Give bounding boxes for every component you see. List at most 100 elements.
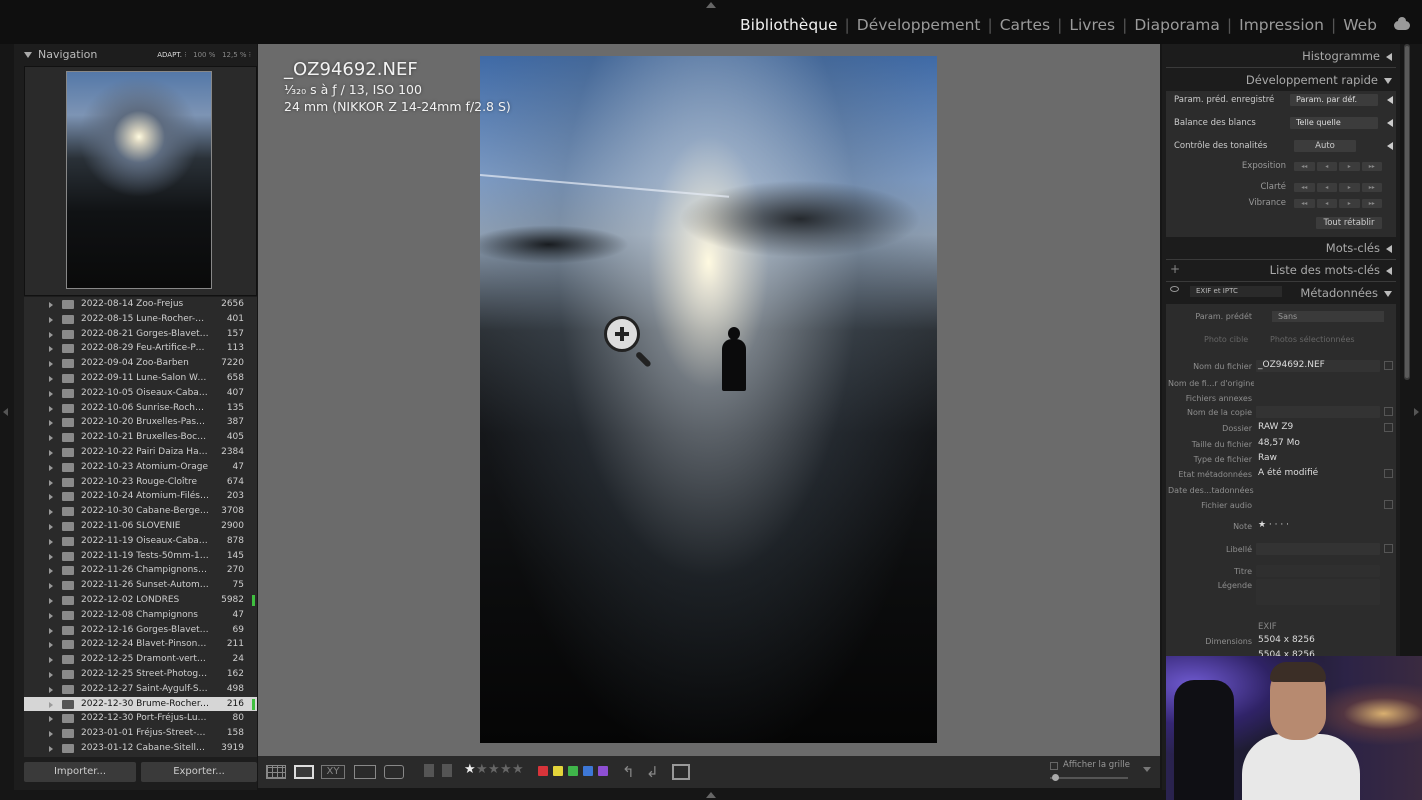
rotate-right-icon[interactable]: ↲ xyxy=(646,763,659,781)
expand-arrow-icon[interactable] xyxy=(49,331,53,338)
add-keyword-list-icon[interactable]: + xyxy=(1170,262,1180,276)
expand-arrow-icon[interactable] xyxy=(49,435,53,442)
expand-arrow-icon[interactable] xyxy=(49,701,53,708)
expand-arrow-icon[interactable] xyxy=(49,449,53,456)
expand-arrow-icon[interactable] xyxy=(49,716,53,723)
folder-row[interactable]: 2022-10-22 Pairi Daiza Halloween 2384 xyxy=(24,445,257,460)
meta-preset-dropdown[interactable]: Sans xyxy=(1272,311,1384,322)
filmstrip-toggle-icon[interactable] xyxy=(706,792,716,798)
folder-row[interactable]: 2022-12-25 Street-Photography-... 162 xyxy=(24,667,257,682)
selected-photos-tab[interactable]: Photos sélectionnées xyxy=(1270,335,1355,344)
expand-arrow-icon[interactable] xyxy=(49,538,53,545)
expand-arrow-icon[interactable] xyxy=(49,316,53,323)
expand-arrow-icon[interactable] xyxy=(49,346,53,353)
crop-icon[interactable] xyxy=(672,764,690,780)
quick-develop-header[interactable]: Développement rapide xyxy=(1246,73,1392,87)
navigator-header[interactable]: Navigation ADAPT. ⁝ 100 % 12,5 % ⁝ xyxy=(24,44,257,66)
navigator-thumbnail[interactable] xyxy=(66,71,212,289)
folder-row[interactable]: 2022-12-24 Blavet-Pinson-Sunris... 211 xyxy=(24,637,257,652)
cloud-sync-icon[interactable] xyxy=(1394,16,1410,30)
collapse-triangle-icon[interactable] xyxy=(1384,290,1392,297)
folder-row[interactable]: 2022-10-05 Oiseaux-Cabane-He... 407 xyxy=(24,386,257,401)
folder-row[interactable]: 2023-01-01 Fréjus-Street-Lumièr... 158 xyxy=(24,726,257,741)
expand-arrow-icon[interactable] xyxy=(49,361,53,368)
expand-arrow-icon[interactable] xyxy=(49,390,53,397)
folder-row[interactable]: 2022-11-19 Tests-50mm-105mm-... 145 xyxy=(24,549,257,564)
module-library[interactable]: Bibliothèque xyxy=(733,16,845,34)
expand-arrow-icon[interactable] xyxy=(49,509,53,516)
clarity-stepper[interactable]: ◂◂ ◂ ▸ ▸▸ xyxy=(1294,183,1382,192)
expand-arrow-icon[interactable] xyxy=(49,464,53,471)
folder-row[interactable]: 2022-11-26 Champignons-Forêt-... 270 xyxy=(24,563,257,578)
left-panel-toggle-icon[interactable] xyxy=(3,408,8,416)
metadata-action-icon[interactable] xyxy=(1384,500,1393,509)
expand-arrow-icon[interactable] xyxy=(49,657,53,664)
module-web[interactable]: Web xyxy=(1336,16,1384,34)
flag-reject-icon[interactable] xyxy=(442,764,452,777)
color-label-swatch[interactable] xyxy=(553,766,563,776)
module-map[interactable]: Cartes xyxy=(993,16,1057,34)
module-book[interactable]: Livres xyxy=(1062,16,1122,34)
saved-preset-dropdown[interactable]: Param. par déf. xyxy=(1290,94,1378,106)
folder-row[interactable]: 2022-12-02 LONDRES 5982 xyxy=(24,593,257,608)
folder-row[interactable]: 2022-08-14 Zoo-Frejus 2656 xyxy=(24,297,257,312)
reset-all-button[interactable]: Tout rétablir xyxy=(1316,217,1382,229)
module-slideshow[interactable]: Diaporama xyxy=(1127,16,1227,34)
folder-row[interactable]: 2022-11-19 Oiseaux-Cabane-Cha... 878 xyxy=(24,534,257,549)
expand-arrow-icon[interactable] xyxy=(49,671,53,678)
folder-row[interactable]: 2022-09-11 Lune-Salon World O... 658 xyxy=(24,371,257,386)
metadata-set-dropdown[interactable]: EXIF et IPTC xyxy=(1190,286,1282,297)
folder-row[interactable]: 2022-12-16 Gorges-Blavet-Drone 69 xyxy=(24,623,257,638)
grid-checkbox[interactable] xyxy=(1050,762,1058,770)
zoom-125-option[interactable]: 12,5 % xyxy=(222,51,246,59)
folder-row[interactable]: 2022-08-29 Feu-Artifice-Port-Fr... 113 xyxy=(24,341,257,356)
zoom-125-dropdown-icon[interactable]: ⁝ xyxy=(249,51,251,59)
expand-arrow-icon[interactable] xyxy=(49,553,53,560)
rating-star-icon[interactable]: ★ xyxy=(464,762,476,777)
vibrance-stepper[interactable]: ◂◂ ◂ ▸ ▸▸ xyxy=(1294,199,1382,208)
folder-row[interactable]: 2023-01-12 Cabane-Sitelle-Mésa... 3919 xyxy=(24,741,257,756)
keyword-list-header[interactable]: Liste des mots-clés xyxy=(1270,263,1392,277)
zoom-fit-option[interactable]: ADAPT. xyxy=(157,51,182,59)
folder-row[interactable]: 2022-11-26 Sunset-Automne-Ro... 75 xyxy=(24,578,257,593)
histogram-header[interactable]: Histogramme xyxy=(1302,49,1392,63)
exposure-stepper[interactable]: ◂◂ ◂ ▸ ▸▸ xyxy=(1294,162,1382,171)
collapse-triangle-icon[interactable] xyxy=(1387,142,1393,150)
expand-arrow-icon[interactable] xyxy=(49,523,53,530)
folder-row[interactable]: 2022-12-27 Saint-Aygulf-Sapin-... 498 xyxy=(24,682,257,697)
expand-arrow-icon[interactable] xyxy=(49,686,53,693)
auto-tone-button[interactable]: Auto xyxy=(1294,140,1356,152)
folder-row[interactable]: 2022-10-23 Rouge-Cloître 674 xyxy=(24,475,257,490)
expand-arrow-icon[interactable] xyxy=(49,745,53,752)
grid-view-icon[interactable] xyxy=(266,765,286,779)
metadata-action-icon[interactable] xyxy=(1384,407,1393,416)
module-print[interactable]: Impression xyxy=(1232,16,1331,34)
survey-view-icon[interactable] xyxy=(354,765,376,779)
expand-triangle-icon[interactable] xyxy=(1386,266,1392,275)
metadata-action-icon[interactable] xyxy=(1384,423,1393,432)
folder-row[interactable]: 2022-12-08 Champignons 47 xyxy=(24,608,257,623)
expand-triangle-icon[interactable] xyxy=(1387,96,1393,104)
eye-icon[interactable] xyxy=(1170,286,1179,292)
expand-arrow-icon[interactable] xyxy=(49,405,53,412)
folder-row[interactable]: 2022-10-30 Cabane-Bergeronne... 3708 xyxy=(24,504,257,519)
expand-triangle-icon[interactable] xyxy=(1386,244,1392,253)
expand-arrow-icon[interactable] xyxy=(49,494,53,501)
rating-star-icon[interactable]: ★ xyxy=(500,762,512,777)
right-panel-scrollbar[interactable] xyxy=(1404,44,1410,380)
expand-arrow-icon[interactable] xyxy=(49,627,53,634)
target-photo-tab[interactable]: Photo cible xyxy=(1204,335,1248,344)
rating-star-icon[interactable]: ★ xyxy=(488,762,500,777)
top-panel-toggle-icon[interactable] xyxy=(706,2,716,8)
expand-arrow-icon[interactable] xyxy=(49,420,53,427)
color-label-swatch[interactable] xyxy=(568,766,578,776)
main-photo[interactable] xyxy=(480,56,937,743)
expand-arrow-icon[interactable] xyxy=(49,479,53,486)
loupe-view-icon[interactable] xyxy=(294,765,314,779)
expand-arrow-icon[interactable] xyxy=(49,597,53,604)
module-develop[interactable]: Développement xyxy=(850,16,988,34)
keywords-header[interactable]: Mots-clés xyxy=(1326,241,1392,255)
metadata-field-box[interactable] xyxy=(1256,543,1380,555)
color-label-swatch[interactable] xyxy=(598,766,608,776)
folder-row[interactable]: 2022-10-21 Bruxelles-Bockstael 405 xyxy=(24,430,257,445)
